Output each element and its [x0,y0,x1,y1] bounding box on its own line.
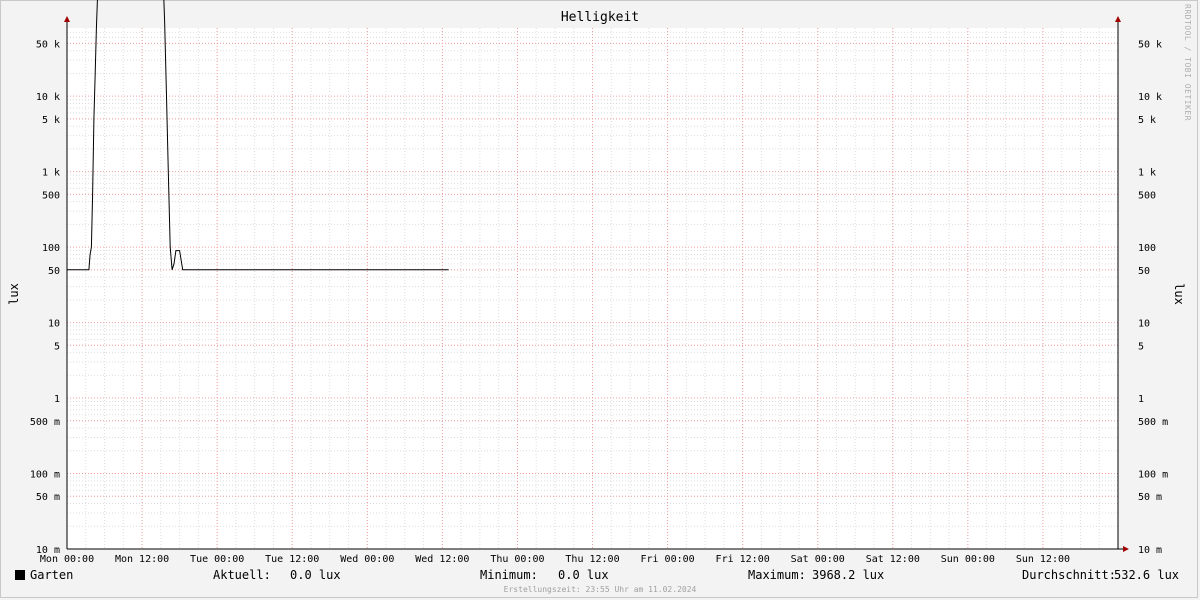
x-tick-label: Sun 12:00 [1016,554,1070,565]
x-tick-label: Thu 12:00 [565,554,619,565]
y-tick-label-left: 100 m [30,470,60,481]
x-tick-label: Thu 00:00 [490,554,544,565]
legend-min-value: 0.0 lux [558,568,609,582]
legend-series-name: Garten [30,568,74,582]
y-tick-label-right: 50 k [1138,39,1162,50]
y-tick-label-left: 5 [54,341,60,352]
y-tick-label-right: 1 k [1138,168,1156,179]
y-tick-label-right: 1 [1138,394,1144,405]
y-tick-label-left: 10 [48,319,60,330]
x-tick-label: Tue 12:00 [265,554,319,565]
y-tick-label-right: 5 k [1138,115,1156,126]
y-tick-label-right: 10 [1138,319,1150,330]
y-tick-label-right: 10 m [1138,545,1162,556]
y-tick-label-right: 50 [1138,266,1150,277]
y-tick-label-right: 10 k [1138,92,1162,103]
y-tick-label-left: 50 [48,266,60,277]
x-tick-label: Sat 00:00 [791,554,845,565]
legend-current-label: Aktuell: [213,568,271,582]
x-tick-label: Mon 12:00 [115,554,169,565]
x-tick-label: Fri 00:00 [640,554,694,565]
legend-min-label: Minimum: [480,568,538,582]
x-tick-label: Tue 00:00 [190,554,244,565]
y-axis-arrow-right [1115,16,1121,22]
x-tick-label: Wed 00:00 [340,554,394,565]
y-tick-label-left: 50 m [36,492,60,503]
y-tick-label-right: 100 m [1138,470,1168,481]
x-tick-label: Fri 12:00 [716,554,770,565]
y-tick-label-left: 10 k [36,92,60,103]
legend: Garten Aktuell: 0.0 lux Minimum: 0.0 lux… [0,568,1200,584]
x-tick-label: Wed 12:00 [415,554,469,565]
legend-max-value: 3968.2 lux [812,568,885,582]
y-tick-label-left: 50 k [36,39,60,50]
legend-max-label: Maximum: [748,568,806,582]
y-tick-label-left: 1 k [42,168,60,179]
y-tick-label-right: 500 m [1138,417,1168,428]
y-axis-arrow-left [64,16,70,22]
y-tick-label-left: 100 [42,243,60,254]
y-tick-label-right: 500 [1138,190,1156,201]
chart-plot: 10 m 10 m50 m 50 m100 m 100 m500 m 500 m1 15 5… [30,0,1168,565]
x-tick-label: Sun 00:00 [941,554,995,565]
y-tick-label-left: 500 m [30,417,60,428]
x-axis-arrow [1123,546,1129,552]
y-tick-label-left: 500 [42,190,60,201]
legend-avg-label: Durchschnitt: [1022,568,1116,582]
creation-time: Erstellungszeit: 23:55 Uhr am 11.02.2024 [503,585,697,594]
legend-current-value: 0.0 lux [290,568,341,582]
y-tick-label-left: 1 [54,394,60,405]
legend-avg-value: 532.6 lux [1114,568,1180,582]
y-tick-label-left: 5 k [42,115,60,126]
legend-swatch [15,570,25,580]
x-tick-label: Sat 12:00 [866,554,920,565]
y-tick-label-right: 5 [1138,341,1144,352]
y-tick-label-right: 100 [1138,243,1156,254]
x-tick-label: Mon 00:00 [40,554,94,565]
y-tick-label-right: 50 m [1138,492,1162,503]
